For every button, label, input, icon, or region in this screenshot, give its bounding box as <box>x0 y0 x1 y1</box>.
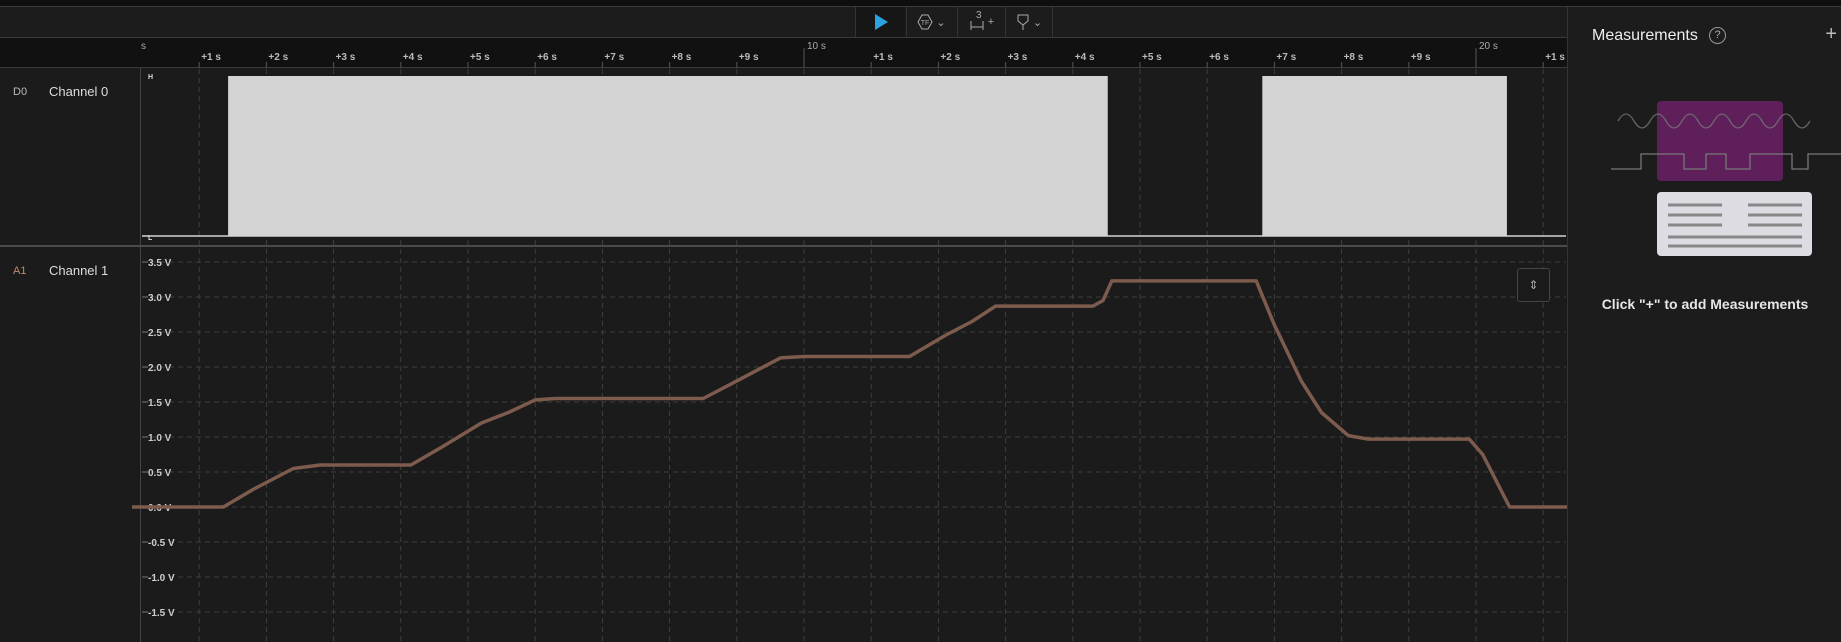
analog-trace <box>132 279 1567 509</box>
time-minor-label: +2 s <box>940 52 960 63</box>
time-minor-label: +4 s <box>1075 52 1095 63</box>
time-major-label: 20 s <box>1479 41 1498 52</box>
voltage-label: 3.5 V <box>148 258 172 269</box>
time-minor-label: +1 s <box>1545 52 1565 63</box>
voltage-label: 3.0 V <box>148 293 172 304</box>
time-minor-label: +9 s <box>739 52 759 63</box>
time-minor-label: +8 s <box>1344 52 1364 63</box>
fit-vertical-button[interactable]: ⇕ <box>1517 268 1550 302</box>
time-minor-label: +7 s <box>604 52 624 63</box>
time-minor-label: +3 s <box>1008 52 1028 63</box>
voltage-label: 1.5 V <box>148 398 172 409</box>
time-minor-label: +9 s <box>1411 52 1431 63</box>
measurements-panel: Measurements ? + Click "+" to add Measur… <box>1567 7 1841 642</box>
time-minor-label: +6 s <box>537 52 557 63</box>
voltage-label: 2.5 V <box>148 328 172 339</box>
empty-state-hint: Click "+" to add Measurements <box>1601 296 1809 312</box>
voltage-label: 2.0 V <box>148 363 172 374</box>
voltage-label: -1.5 V <box>148 608 175 619</box>
high-label: H <box>148 74 153 81</box>
digital-pulse <box>1262 76 1507 236</box>
time-minor-label: +1 s <box>873 52 893 63</box>
time-minor-label: +3 s <box>336 52 356 63</box>
waveform-plot[interactable]: +1 s +2 s +3 s +4 s +5 s +6 s +7 s +8 s +9 s 10 s… <box>0 0 1567 642</box>
measurements-illustration <box>1611 101 1841 256</box>
time-minor-label: +2 s <box>268 52 288 63</box>
time-cut-label: s <box>141 41 146 52</box>
time-minor-label: +6 s <box>1209 52 1229 63</box>
voltage-label: 1.0 V <box>148 433 172 444</box>
time-minor-label: +7 s <box>1276 52 1296 63</box>
time-minor-label: +5 s <box>1142 52 1162 63</box>
time-minor-label: +4 s <box>403 52 423 63</box>
time-minor-label: +8 s <box>672 52 692 63</box>
voltage-label: 0.5 V <box>148 468 172 479</box>
digital-pulse <box>228 76 1108 236</box>
voltage-label: -1.0 V <box>148 573 175 584</box>
time-major-label: 10 s <box>807 41 826 52</box>
time-minor-label: +5 s <box>470 52 490 63</box>
time-minor-label: +1 s <box>201 52 221 63</box>
voltage-label: -0.5 V <box>148 538 175 549</box>
